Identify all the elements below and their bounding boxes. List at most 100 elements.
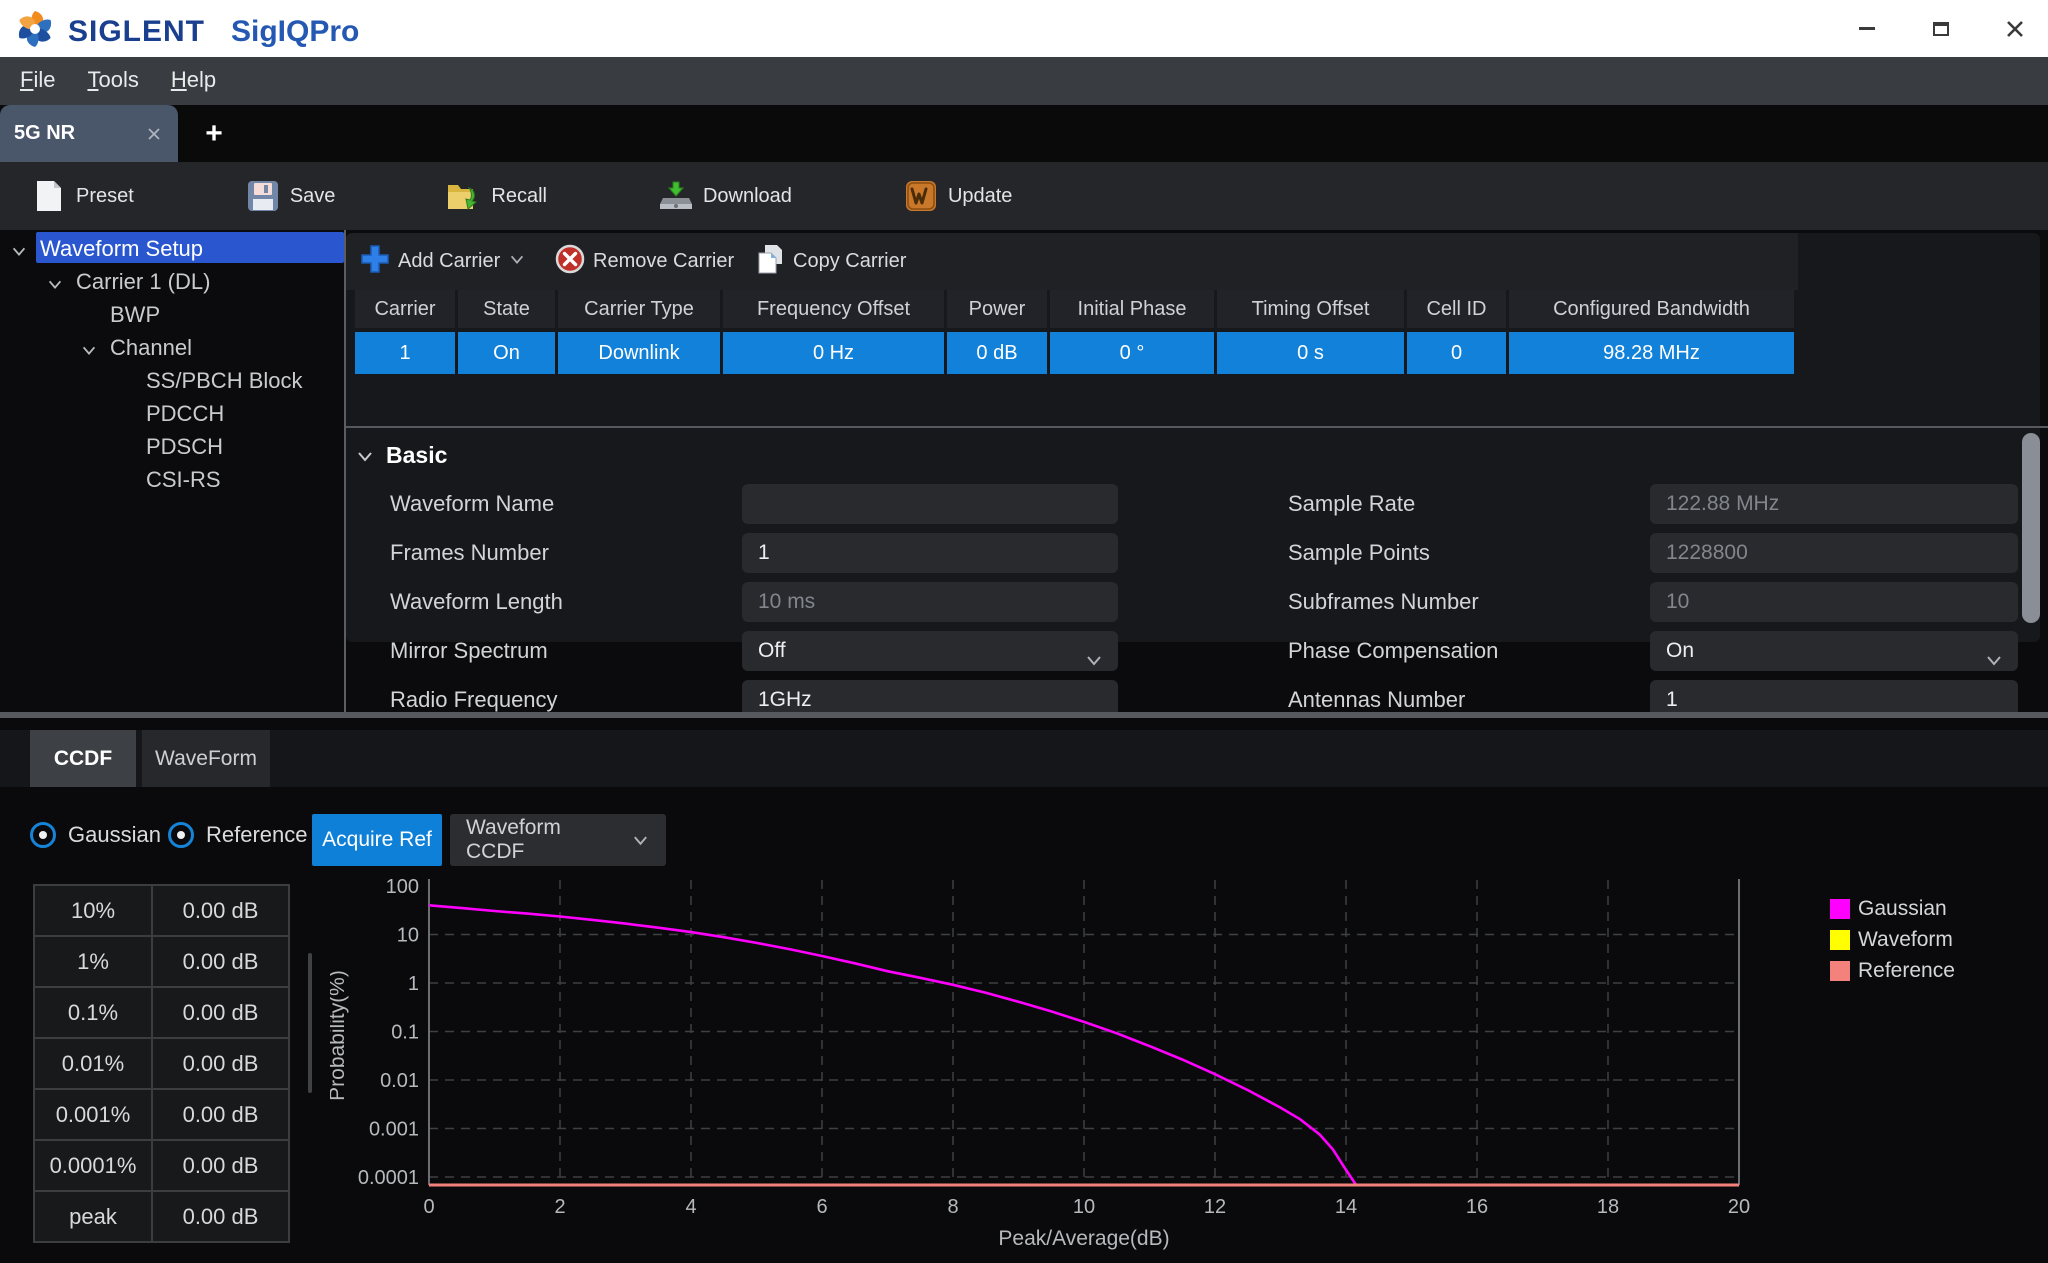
carrier-row-cell-power[interactable]: 0 dB xyxy=(947,332,1047,374)
add-carrier-button[interactable]: Add Carrier xyxy=(360,233,526,290)
field-label-waveform-name: Waveform Name xyxy=(390,484,554,524)
svg-text:6: 6 xyxy=(816,1196,827,1218)
carrier-row-cell-configured-bandwidth[interactable]: 98.28 MHz xyxy=(1509,332,1794,374)
maximize-button[interactable] xyxy=(1926,14,1956,44)
tree-item-label: Waveform Setup xyxy=(40,236,203,262)
trace-toggle-gaussian[interactable]: Gaussian xyxy=(30,822,161,848)
field-antennas-number[interactable]: 1 xyxy=(1650,680,2018,712)
radio-label: Reference xyxy=(206,822,308,848)
column-header-power: Power xyxy=(947,290,1047,328)
stats-scrollbar[interactable] xyxy=(308,953,312,1093)
field-frames-number[interactable]: 1 xyxy=(742,533,1118,573)
main-toolbar: Preset Save Recall Download Update xyxy=(0,162,2048,230)
field-radio-frequency[interactable]: 1GHz xyxy=(742,680,1118,712)
window-controls xyxy=(1852,0,2030,57)
svg-text:8: 8 xyxy=(947,1196,958,1218)
chevron-down-icon[interactable] xyxy=(10,240,28,266)
legend-item-gaussian: Gaussian xyxy=(1830,893,1955,924)
analysis-panel: CCDF WaveForm Gaussian Reference Acquire … xyxy=(0,718,2048,1263)
update-icon xyxy=(904,179,938,213)
tab-5g-nr[interactable]: 5G NR xyxy=(0,105,178,162)
column-header-state: State xyxy=(458,290,555,328)
tab-waveform[interactable]: WaveForm xyxy=(142,730,270,787)
carrier-action-label: Copy Carrier xyxy=(793,250,906,273)
radio-reference-icon[interactable] xyxy=(168,822,194,848)
sidebar-item-pdcch[interactable]: PDCCH xyxy=(0,397,344,430)
toolbar-label: Recall xyxy=(491,185,547,208)
menu-item-tools[interactable]: Tools xyxy=(81,63,152,99)
sidebar-item-carrier-1-dl[interactable]: Carrier 1 (DL) xyxy=(0,265,344,298)
field-value: 10 xyxy=(1666,590,1689,613)
sidebar-item-channel[interactable]: Channel xyxy=(0,331,344,364)
preset-button[interactable]: Preset xyxy=(14,168,152,224)
acquire-ref-button[interactable]: Acquire Ref xyxy=(312,814,442,866)
field-label-phase-compensation: Phase Compensation xyxy=(1288,631,1498,671)
tab-label: 5G NR xyxy=(14,122,144,145)
field-waveform-length[interactable]: 10 ms xyxy=(742,582,1118,622)
remove-carrier-button[interactable]: Remove Carrier xyxy=(555,233,734,290)
basic-section-header[interactable]: Basic xyxy=(354,442,447,469)
field-subframes-number[interactable]: 10 xyxy=(1650,582,2018,622)
chevron-down-icon[interactable] xyxy=(46,273,64,299)
field-label-sample-points: Sample Points xyxy=(1288,533,1430,573)
svg-text:12: 12 xyxy=(1204,1196,1226,1218)
save-button[interactable]: Save xyxy=(228,168,354,224)
svg-text:Probability(%): Probability(%) xyxy=(330,970,349,1101)
field-waveform-name[interactable] xyxy=(742,484,1118,524)
vertical-scrollbar-thumb[interactable] xyxy=(2022,433,2040,623)
close-button[interactable] xyxy=(2000,14,2030,44)
tab-close-icon[interactable] xyxy=(144,124,164,144)
radio-gaussian-icon[interactable] xyxy=(30,822,56,848)
menu-item-file[interactable]: File xyxy=(14,63,69,99)
minimize-button[interactable] xyxy=(1852,14,1882,44)
sidebar-item-bwp[interactable]: BWP xyxy=(0,298,344,331)
brand: SIGLENT SigIQPro xyxy=(14,8,359,55)
trace-toggle-reference[interactable]: Reference xyxy=(168,822,308,848)
carrier-row-cell-initial-phase[interactable]: 0 ° xyxy=(1050,332,1214,374)
field-value: On xyxy=(1666,639,1694,662)
tree-item-label: SS/PBCH Block xyxy=(146,368,303,394)
tree-item-label: Channel xyxy=(110,335,192,361)
tab-ccdf[interactable]: CCDF xyxy=(30,730,136,787)
field-phase-compensation[interactable]: On xyxy=(1650,631,2018,671)
tree-item-label: Carrier 1 (DL) xyxy=(76,269,210,295)
legend-item-waveform: Waveform xyxy=(1830,924,1955,955)
svg-text:0.0001: 0.0001 xyxy=(358,1167,419,1189)
new-tab-button[interactable]: + xyxy=(192,105,236,162)
svg-text:20: 20 xyxy=(1728,1196,1750,1218)
carrier-row-cell-timing-offset[interactable]: 0 s xyxy=(1217,332,1404,374)
recall-icon xyxy=(447,179,481,213)
field-value: 1 xyxy=(758,541,770,564)
chart-legend: GaussianWaveformReference xyxy=(1830,893,1955,986)
sidebar-item-pdsch[interactable]: PDSCH xyxy=(0,430,344,463)
field-sample-rate[interactable]: 122.88 MHz xyxy=(1650,484,2018,524)
carrier-row-cell-state[interactable]: On xyxy=(458,332,555,374)
stats-percent: peak xyxy=(34,1191,152,1242)
copy-carrier-button[interactable]: Copy Carrier xyxy=(755,233,906,290)
field-sample-points[interactable]: 1228800 xyxy=(1650,533,2018,573)
legend-swatch-gaussian xyxy=(1830,899,1850,919)
sidebar-item-waveform-setup[interactable]: Waveform Setup xyxy=(0,232,344,265)
svg-text:10: 10 xyxy=(397,925,419,947)
sidebar-item-ss-pbch-block[interactable]: SS/PBCH Block xyxy=(0,364,344,397)
legend-item-reference: Reference xyxy=(1830,955,1955,986)
svg-text:Peak/Average(dB): Peak/Average(dB) xyxy=(998,1227,1169,1250)
tree-item-label: CSI-RS xyxy=(146,467,221,493)
carrier-row-cell-carrier[interactable]: 1 xyxy=(355,332,455,374)
toolbar-label: Download xyxy=(703,185,792,208)
carrier-row-cell-cell-id[interactable]: 0 xyxy=(1407,332,1506,374)
stats-row: 0.001%0.00 dB xyxy=(34,1089,289,1140)
svg-text:14: 14 xyxy=(1335,1196,1357,1218)
toolbar-label: Save xyxy=(290,185,336,208)
carrier-row-cell-carrier-type[interactable]: Downlink xyxy=(558,332,720,374)
menu-item-help[interactable]: Help xyxy=(165,63,230,99)
carrier-row-cell-frequency-offset[interactable]: 0 Hz xyxy=(723,332,944,374)
legend-swatch-waveform xyxy=(1830,930,1850,950)
sidebar-item-csi-rs[interactable]: CSI-RS xyxy=(0,463,344,496)
download-button[interactable]: Download xyxy=(641,168,810,224)
field-mirror-spectrum[interactable]: Off xyxy=(742,631,1118,671)
ccdf-source-select[interactable]: Waveform CCDF xyxy=(450,814,666,866)
recall-button[interactable]: Recall xyxy=(429,168,565,224)
update-button[interactable]: Update xyxy=(886,168,1031,224)
chevron-down-icon[interactable] xyxy=(80,339,98,365)
